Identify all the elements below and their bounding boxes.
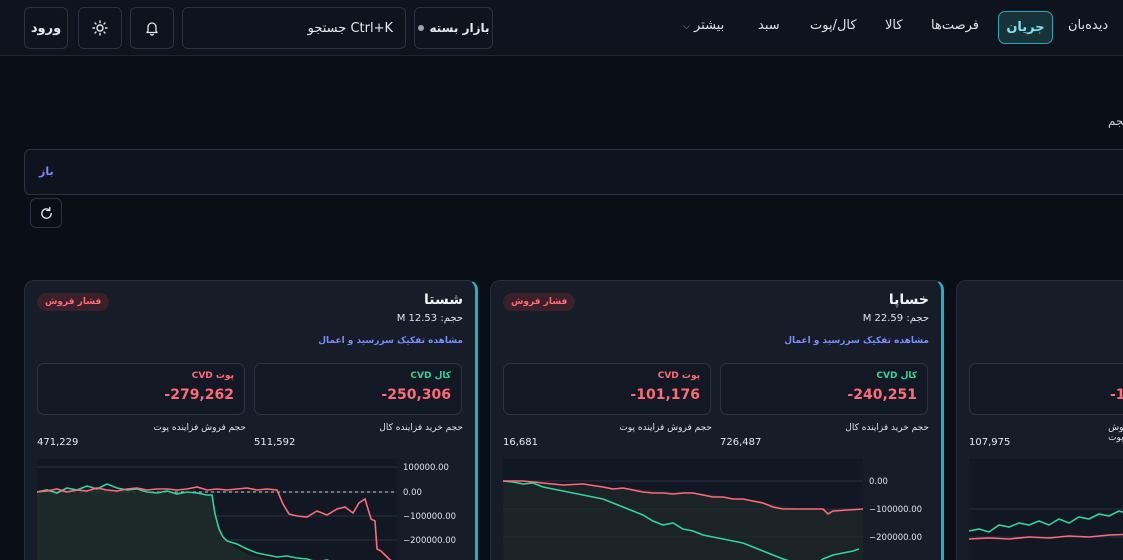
maturity-detail-link[interactable]: مشاهده تفکیک سررسید و اعمال	[784, 336, 929, 346]
cvd-chart: 0.00 −100000.00 −200000.00	[503, 459, 922, 560]
maturity-detail-link[interactable]: مشاهده تفکیک سررسید و اعمال	[318, 336, 463, 346]
filter-label: باز	[39, 165, 54, 178]
nav-flow[interactable]: جریان	[998, 11, 1053, 44]
put-sell-label: حجم فروش فزاینده پوت	[1108, 423, 1123, 443]
sell-pressure-badge: فشار فروش	[503, 293, 576, 311]
put-sell-value: 16,681	[503, 437, 538, 448]
put-sell-value: 471,229	[37, 437, 79, 448]
call-buy-label: حجم خرید فزاینده کال	[845, 423, 929, 433]
filter-bar[interactable]: باز	[24, 149, 1123, 195]
option-card-partial: -1 حجم فروش فزاینده پوت 107,975	[956, 280, 1123, 560]
volume-text: حجم: 12.53 M	[396, 313, 463, 324]
put-cvd-box: CVD پوت -279,262	[37, 363, 245, 415]
nav-basket[interactable]: سبد	[758, 18, 780, 33]
call-buy-value: 511,592	[254, 437, 296, 448]
notifications-button[interactable]	[130, 7, 174, 49]
put-cvd-label: CVD پوت	[657, 371, 700, 381]
put-sell-label: حجم فروش فزاینده پوت	[153, 423, 246, 433]
put-cvd-label: CVD پوت	[191, 371, 234, 381]
refresh-button[interactable]	[30, 198, 62, 228]
put-cvd-value: -1	[1110, 387, 1123, 403]
refresh-icon	[40, 206, 52, 219]
search-input[interactable]: جستجو Ctrl+K	[182, 7, 406, 49]
put-cvd-box: CVD پوت -101,176	[503, 363, 711, 415]
y-tick-label: 0.00	[403, 488, 422, 498]
market-status-badge: بازار بسته	[414, 7, 493, 49]
theme-toggle-button[interactable]	[78, 7, 122, 49]
sun-icon	[92, 20, 108, 36]
nav-watchlist[interactable]: دیده‌بان	[1068, 18, 1108, 33]
sell-pressure-badge: فشار فروش	[37, 293, 110, 311]
call-cvd-label: CVD کال	[876, 371, 917, 381]
symbol-title: خساپا	[888, 292, 929, 308]
call-cvd-value: -240,251	[847, 387, 917, 403]
y-tick-label: −100000.00	[869, 505, 922, 515]
page-note: حجم.	[1108, 114, 1123, 128]
call-cvd-value: -250,306	[381, 387, 451, 403]
y-tick-label: −200000.00	[403, 536, 456, 546]
call-buy-value: 726,487	[720, 437, 762, 448]
symbol-title: شستا	[424, 292, 463, 308]
y-tick-label: −200000.00	[869, 533, 922, 543]
nav-more-label: بیشتر	[693, 18, 725, 33]
put-sell-value: 107,975	[969, 437, 1011, 448]
call-cvd-box: CVD کال -250,306	[254, 363, 462, 415]
top-bar: ورود جستجو Ctrl+K بازار بسته ⌵ بیشتر سبد…	[0, 0, 1123, 56]
bell-icon	[146, 22, 158, 36]
option-card-shasta: فشار فروش شستا حجم: 12.53 M مشاهده تفکیک…	[24, 280, 478, 560]
call-cvd-label: CVD کال	[410, 371, 451, 381]
y-tick-label: −100000.00	[403, 512, 456, 522]
put-cvd-box: -1	[969, 363, 1123, 415]
chevron-down-icon: ⌵	[683, 22, 690, 32]
y-tick-label: 100000.00	[403, 463, 449, 473]
nav-commodity[interactable]: کالا	[885, 18, 903, 33]
put-sell-label: حجم فروش فزاینده پوت	[619, 423, 712, 433]
nav-more[interactable]: ⌵ بیشتر	[683, 18, 724, 33]
cvd-chart	[969, 459, 1123, 560]
volume-text: حجم: 22.59 M	[862, 313, 929, 324]
login-button[interactable]: ورود	[24, 7, 68, 49]
status-dot-icon	[417, 25, 424, 31]
call-buy-label: حجم خرید فزاینده کال	[379, 423, 463, 433]
search-label: جستجو Ctrl+K	[307, 20, 393, 36]
option-card-khsapa: فشار فروش خساپا حجم: 22.59 M مشاهده تفکی…	[490, 280, 944, 560]
put-cvd-value: -101,176	[630, 387, 700, 403]
put-cvd-value: -279,262	[164, 387, 234, 403]
nav-opportunities[interactable]: فرصت‌ها	[931, 18, 979, 33]
market-status-text: بازار بسته	[429, 21, 490, 35]
nav-call-put[interactable]: کال/پوت	[810, 18, 857, 33]
cvd-chart: 100000.00 0.00 −100000.00 −200000.00	[37, 459, 456, 560]
call-cvd-box: CVD کال -240,251	[720, 363, 928, 415]
y-tick-label: 0.00	[869, 477, 888, 487]
